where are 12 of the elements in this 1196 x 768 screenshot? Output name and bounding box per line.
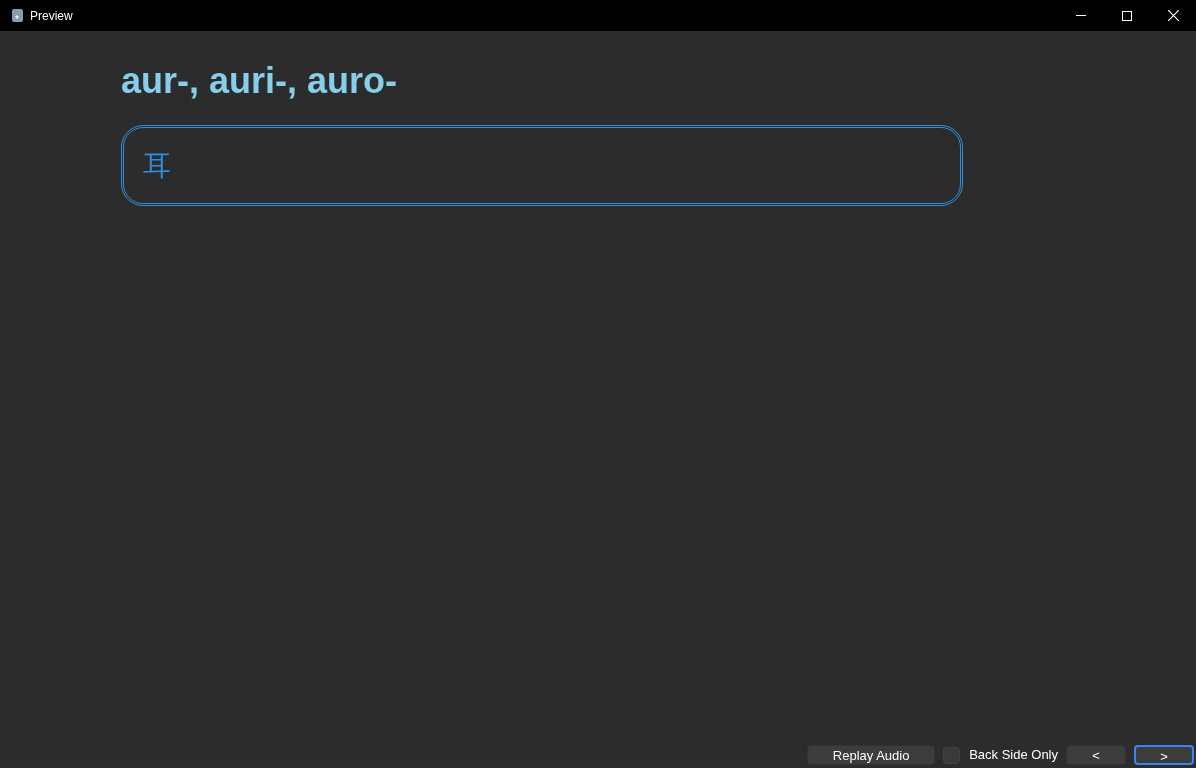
minimize-icon <box>1076 15 1086 16</box>
card-heading: aur-, auri-, auro- <box>121 59 399 103</box>
answer-text: 耳 <box>143 147 171 184</box>
app-icon <box>11 8 24 23</box>
close-icon <box>1167 10 1179 21</box>
nav-button[interactable]: < <box>1066 745 1126 765</box>
maximize-icon <box>1122 10 1132 21</box>
nav-button[interactable]: > <box>1134 745 1194 765</box>
checkbox[interactable] <box>943 746 961 764</box>
checkbox-label: Back Side Only <box>969 746 1058 765</box>
nav-button[interactable]: Replay Audio <box>807 745 936 765</box>
window-title: Preview <box>30 7 73 25</box>
